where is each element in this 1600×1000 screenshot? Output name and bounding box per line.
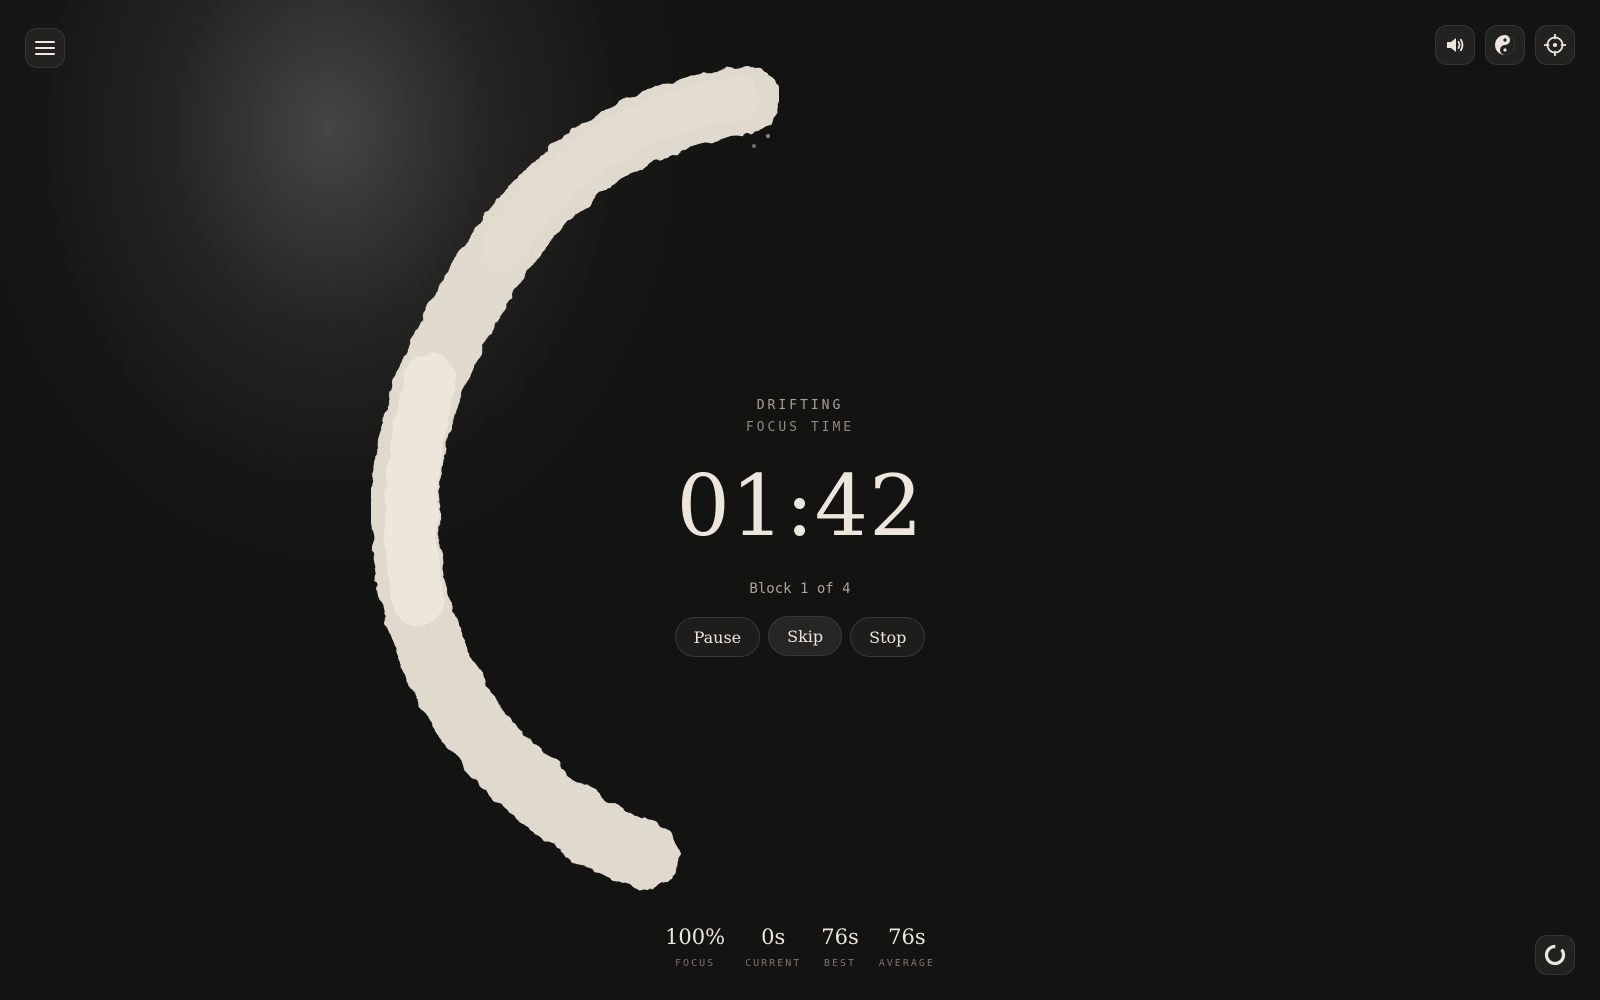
- stat-current-label: CURRENT: [745, 958, 802, 969]
- yin-yang-icon: [1495, 35, 1515, 55]
- state-label: DRIFTING: [756, 398, 844, 413]
- theme-toggle-button[interactable]: [1485, 25, 1525, 65]
- stat-best-label: BEST: [823, 958, 857, 969]
- stat-best-value: 76s: [821, 925, 859, 949]
- timer-display: 01:42: [676, 457, 924, 555]
- stats-bar: 100% FOCUS 0s CURRENT 76s BEST 76s AVERA…: [600, 924, 1000, 969]
- stat-focus-value: 100%: [665, 925, 726, 949]
- menu-button[interactable]: [25, 28, 65, 68]
- speaker-icon: [1447, 38, 1464, 52]
- sound-toggle-button[interactable]: [1435, 25, 1475, 65]
- stat-best: 76s BEST: [821, 924, 859, 969]
- ring-icon: [1544, 944, 1566, 966]
- stat-average: 76s AVERAGE: [879, 924, 935, 969]
- skip-button[interactable]: Skip: [768, 616, 843, 656]
- stat-current-value: 0s: [761, 925, 786, 949]
- block-counter: Block 1 of 4: [749, 581, 851, 597]
- stat-current: 0s CURRENT: [745, 924, 801, 969]
- mode-label: FOCUS TIME: [745, 420, 855, 435]
- ink-speck: [766, 134, 770, 138]
- stat-focus: 100% FOCUS: [665, 924, 725, 969]
- stat-average-value: 76s: [888, 925, 926, 949]
- menu-icon: [35, 41, 55, 55]
- focus-target-button[interactable]: [1535, 25, 1575, 65]
- stat-average-label: AVERAGE: [878, 958, 935, 969]
- ink-speck: [752, 144, 756, 148]
- stat-focus-label: FOCUS: [675, 958, 716, 969]
- stop-button[interactable]: Stop: [850, 617, 926, 657]
- session-ring-button[interactable]: [1535, 935, 1575, 975]
- session-controls: Pause Skip Stop: [600, 616, 1000, 657]
- crosshair-icon: [1544, 34, 1566, 56]
- pause-button[interactable]: Pause: [674, 617, 761, 657]
